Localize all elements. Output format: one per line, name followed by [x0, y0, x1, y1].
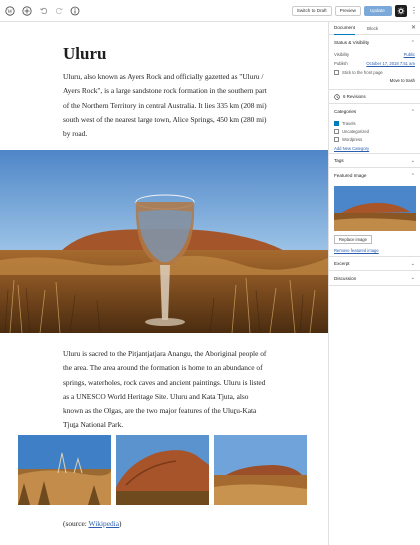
post-title[interactable]: Uluru [63, 44, 106, 64]
chevron-down-icon: ⌄ [410, 157, 415, 164]
add-icon[interactable] [20, 4, 33, 17]
status-visibility-panel-header[interactable]: Status & Visibility ⌃ [329, 35, 420, 50]
chevron-down-icon: ⌄ [410, 260, 415, 267]
gallery-image[interactable] [18, 435, 111, 505]
paragraph-block[interactable]: Uluru is sacred to the Pitjantjatjara An… [63, 347, 270, 433]
visibility-value[interactable]: Public [404, 52, 415, 57]
redo-icon[interactable] [53, 5, 65, 17]
category-label: Travels [342, 120, 356, 126]
editor-toolbar: W Switch to Draft Preview Update ⋮ [0, 0, 420, 22]
gallery-image[interactable] [116, 435, 209, 505]
panel-title: Featured Image [334, 173, 367, 178]
revisions-row[interactable]: 6 Revisions [329, 89, 420, 104]
wikipedia-link[interactable]: Wikipedia [89, 519, 120, 528]
panel-title: Excerpt [334, 261, 350, 266]
editor-canvas: Uluru Uluru, also known as Ayers Rock an… [0, 22, 328, 545]
source-suffix: ) [119, 519, 122, 528]
svg-text:W: W [7, 9, 13, 15]
wordpress-icon[interactable]: W [4, 5, 16, 17]
tab-block[interactable]: Block [367, 22, 378, 35]
chevron-up-icon: ⌃ [410, 39, 415, 46]
update-button[interactable]: Update [364, 5, 392, 16]
categories-panel-header[interactable]: Categories ⌃ [329, 104, 420, 119]
gallery-block[interactable] [18, 435, 308, 505]
preview-button[interactable]: Preview [334, 5, 361, 16]
source-paragraph[interactable]: (source: Wikipedia) [63, 519, 122, 528]
info-icon[interactable] [69, 5, 81, 17]
sidebar-tabs: Document Block ✕ [329, 22, 420, 35]
category-checkbox[interactable] [334, 120, 339, 126]
settings-sidebar: Document Block ✕ Status & Visibility ⌃ V… [328, 22, 420, 545]
chevron-down-icon: ⌄ [410, 275, 415, 281]
switch-to-draft-button[interactable]: Switch to Draft [291, 5, 332, 16]
publish-date[interactable]: October 17, 2018 7:51 am [366, 61, 415, 66]
category-label: Uncategorized [342, 128, 370, 134]
hero-image[interactable] [0, 150, 328, 333]
chevron-up-icon: ⌃ [410, 108, 415, 115]
remove-featured-image-link[interactable]: Remove featured image [329, 244, 420, 256]
more-icon[interactable]: ⋮ [410, 6, 418, 15]
panel-title: Tags [334, 158, 344, 163]
revisions-label: 6 Revisions [343, 94, 366, 99]
discussion-panel-header[interactable]: Discussion ⌄ [329, 271, 420, 286]
publish-label: Publish [334, 61, 348, 66]
undo-icon[interactable] [37, 5, 49, 17]
category-item-wordpress[interactable]: Wordpress [329, 135, 420, 143]
stick-label: Stick to the front page [342, 69, 383, 75]
revisions-icon [334, 93, 340, 100]
panel-title: Categories [334, 109, 357, 114]
stick-checkbox[interactable] [334, 69, 339, 75]
category-checkbox[interactable] [334, 136, 339, 142]
featured-image-panel-header[interactable]: Featured Image ⌃ [329, 168, 420, 183]
stick-to-front-row[interactable]: Stick to the front page [329, 68, 420, 76]
replace-image-button[interactable]: Replace image [334, 235, 372, 244]
featured-image-thumbnail[interactable] [334, 186, 416, 231]
visibility-row: Visibility Public [329, 50, 420, 59]
tab-document[interactable]: Document [334, 22, 355, 35]
move-to-trash-button[interactable]: Move to trash [329, 76, 420, 85]
category-item-travels[interactable]: Travels [329, 119, 420, 127]
chevron-up-icon: ⌃ [410, 172, 415, 179]
category-item-uncategorized[interactable]: Uncategorized [329, 127, 420, 135]
close-icon[interactable]: ✕ [411, 24, 416, 31]
category-checkbox[interactable] [334, 128, 339, 134]
category-label: Wordpress [342, 136, 363, 142]
paragraph-block[interactable]: Uluru, also known as Ayers Rock and offi… [63, 70, 270, 141]
add-new-category-link[interactable]: Add New Category [329, 143, 420, 153]
publish-row: Publish October 17, 2018 7:51 am [329, 59, 420, 68]
source-prefix: (source: [63, 519, 89, 528]
visibility-label: Visibility [334, 52, 350, 57]
gallery-image[interactable] [214, 435, 307, 505]
excerpt-panel-header[interactable]: Excerpt ⌄ [329, 256, 420, 271]
panel-title: Discussion [334, 275, 357, 281]
gear-icon[interactable] [395, 4, 407, 17]
tags-panel-header[interactable]: Tags ⌄ [329, 153, 420, 168]
panel-title: Status & Visibility [334, 40, 370, 45]
